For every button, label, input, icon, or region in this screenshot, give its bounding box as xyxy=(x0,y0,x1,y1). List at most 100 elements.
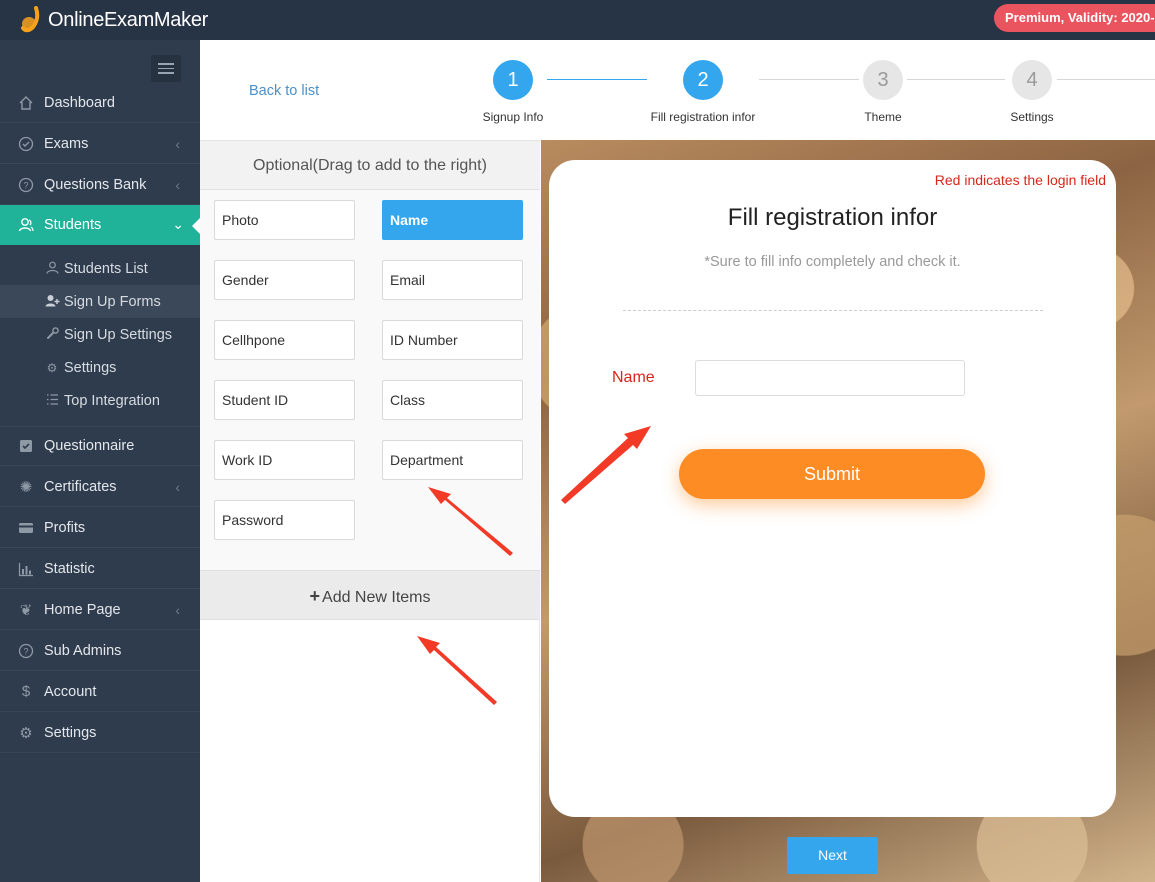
user-plus-icon xyxy=(45,294,60,310)
home-icon xyxy=(18,95,34,111)
field-department[interactable]: Department xyxy=(382,440,523,480)
add-new-items-button[interactable]: + Add New Items xyxy=(200,570,540,620)
sidebar-item-label: Questions Bank xyxy=(44,176,147,193)
sidebar-item-label: Profits xyxy=(44,519,86,536)
gear-icon: ⚙ xyxy=(19,724,33,742)
field-id-number[interactable]: ID Number xyxy=(382,320,523,360)
step-2-label: Fill registration infor xyxy=(650,110,756,124)
wrench-icon xyxy=(45,326,59,343)
logo-text: OnlineExamMaker xyxy=(48,8,209,31)
step-4-label: Settings xyxy=(1010,110,1054,124)
step-4-circle[interactable]: 4 xyxy=(1012,60,1052,100)
top-bar: OnlineExamMaker Premium, Validity: 2020-… xyxy=(0,0,1155,40)
sidebar-item-profits[interactable]: Profits xyxy=(0,508,200,548)
name-field-label: Name xyxy=(612,369,655,386)
sidebar-subitem-sign-up-settings[interactable]: Sign Up Settings xyxy=(0,318,200,351)
field-cellphone[interactable]: Cellhpone xyxy=(214,320,355,360)
sidebar-item-students[interactable]: Students ⌄ xyxy=(0,205,200,245)
sidebar-item-questions-bank[interactable]: ? Questions Bank ‹ xyxy=(0,165,200,205)
sidebar-subitem-settings[interactable]: ⚙ Settings xyxy=(0,351,200,384)
field-email[interactable]: Email xyxy=(382,260,523,300)
svg-text:?: ? xyxy=(23,180,28,190)
step-connector xyxy=(1057,79,1155,80)
sidebar-item-label: Account xyxy=(44,683,97,700)
users-icon xyxy=(18,217,34,233)
step-2-circle[interactable]: 2 xyxy=(683,60,723,100)
sidebar-subitem-label: Sign Up Settings xyxy=(64,326,173,343)
add-new-items-label: Add New Items xyxy=(322,589,431,606)
sidebar-item-label: Questionnaire xyxy=(44,438,135,454)
back-to-list-link[interactable]: Back to list xyxy=(249,83,319,99)
step-3-circle[interactable]: 3 xyxy=(863,60,903,100)
menu-toggle-icon[interactable] xyxy=(151,55,181,82)
question-circle-icon: ? xyxy=(18,177,34,193)
chevron-left-icon: ‹ xyxy=(175,602,180,618)
sidebar-item-account[interactable]: $ Account xyxy=(0,672,200,712)
sidebar-item-home-page[interactable]: ❦ Home Page ‹ xyxy=(0,590,200,630)
chevron-left-icon: ‹ xyxy=(175,136,180,152)
sidebar-item-label: Students xyxy=(44,217,102,233)
sidebar-subitem-label: Top Integration xyxy=(64,392,160,409)
question-circle-icon: ? xyxy=(18,643,34,659)
sidebar-subitem-label: Students List xyxy=(64,260,148,277)
step-connector xyxy=(547,79,647,80)
gear-badge-icon: ✺ xyxy=(19,478,33,496)
sidebar-item-label: Settings xyxy=(44,724,97,741)
form-title: Fill registration infor xyxy=(727,204,938,231)
field-work-id[interactable]: Work ID xyxy=(214,440,355,480)
sidebar-subitem-label: Sign Up Forms xyxy=(64,293,161,310)
sidebar-item-statistic[interactable]: Statistic xyxy=(0,549,200,589)
form-subtitle: *Sure to fill info completely and check … xyxy=(704,254,961,270)
chevron-down-icon: ⌄ xyxy=(172,216,184,232)
sidebar-item-label: Certificates xyxy=(44,478,117,495)
step-1-circle[interactable]: 1 xyxy=(493,60,533,100)
sidebar-item-label: Sub Admins xyxy=(44,642,122,659)
optional-fields-panel: Optional(Drag to add to the right) Photo… xyxy=(200,140,540,882)
field-gender[interactable]: Gender xyxy=(214,260,355,300)
field-class[interactable]: Class xyxy=(382,380,523,420)
card-icon xyxy=(18,520,34,536)
leaf-icon: ❦ xyxy=(19,601,33,619)
user-outline-icon xyxy=(45,261,59,277)
submit-button[interactable]: Submit xyxy=(679,449,985,499)
step-3-label: Theme xyxy=(864,110,902,124)
name-input[interactable] xyxy=(695,360,965,396)
list-icon xyxy=(45,393,59,409)
logo-icon xyxy=(20,6,46,34)
field-student-id[interactable]: Student ID xyxy=(214,380,355,420)
active-indicator xyxy=(192,218,200,234)
bar-chart-icon xyxy=(18,561,34,577)
form-preview: Red indicates the login field Fill regis… xyxy=(541,140,1155,882)
dollar-icon: $ xyxy=(21,683,31,700)
next-button[interactable]: Next xyxy=(787,837,878,874)
sidebar-item-exams[interactable]: Exams ‹ xyxy=(0,124,200,164)
sidebar-item-sub-admins[interactable]: ? Sub Admins xyxy=(0,631,200,671)
step-1-label: Signup Info xyxy=(482,110,544,124)
svg-text:?: ? xyxy=(23,646,28,656)
sidebar-subitem-top-integration[interactable]: Top Integration xyxy=(0,384,200,417)
field-password[interactable]: Password xyxy=(214,500,355,540)
optional-fields-title: Optional(Drag to add to the right) xyxy=(200,140,540,190)
premium-badge[interactable]: Premium, Validity: 2020-02 xyxy=(994,4,1155,32)
sidebar-item-certificates[interactable]: ✺ Certificates ‹ xyxy=(0,467,200,507)
field-palette: Photo Name Gender Email Cellhpone ID Num… xyxy=(200,190,540,570)
chevron-left-icon: ‹ xyxy=(175,479,180,495)
field-name[interactable]: Name xyxy=(382,200,523,240)
step-connector xyxy=(907,79,1005,80)
divider xyxy=(623,310,1043,311)
sidebar-item-questionnaire[interactable]: Questionnaire xyxy=(0,426,200,466)
sidebar-subitem-sign-up-forms[interactable]: Sign Up Forms xyxy=(0,285,200,318)
login-field-note: Red indicates the login field xyxy=(934,172,1106,188)
field-photo[interactable]: Photo xyxy=(214,200,355,240)
check-circle-icon xyxy=(18,136,34,152)
sidebar-subitem-students-list[interactable]: Students List xyxy=(0,252,200,285)
sidebar-subitem-label: Settings xyxy=(64,359,117,376)
gear-icon: ⚙ xyxy=(46,360,58,375)
chevron-left-icon: ‹ xyxy=(175,177,180,193)
sidebar: Dashboard Exams ‹ ? Questions Bank ‹ Stu… xyxy=(0,40,200,882)
sidebar-item-label: Home Page xyxy=(44,601,121,618)
sidebar-item-label: Statistic xyxy=(44,560,95,577)
sidebar-item-dashboard[interactable]: Dashboard xyxy=(0,83,200,123)
logo[interactable]: OnlineExamMaker xyxy=(20,2,208,38)
sidebar-item-settings[interactable]: ⚙ Settings xyxy=(0,713,200,753)
